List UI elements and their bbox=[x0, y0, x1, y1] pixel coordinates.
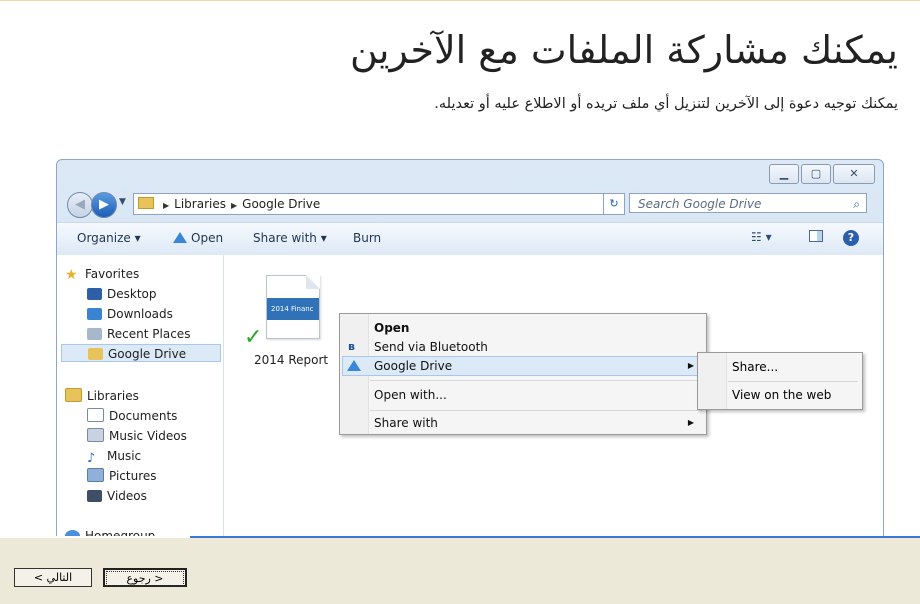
open-label: Open bbox=[191, 231, 224, 245]
nav-label: Downloads bbox=[107, 307, 173, 321]
open-button[interactable]: Open bbox=[173, 231, 223, 245]
navigation-pane: ★ Favorites Desktop Downloads Recent Plac… bbox=[57, 255, 224, 550]
back-label: < رجوع bbox=[126, 572, 164, 585]
nav-documents[interactable]: Documents bbox=[87, 407, 177, 425]
menu-item-share[interactable]: Share... bbox=[732, 360, 778, 374]
next-button[interactable]: التالي > bbox=[14, 568, 92, 587]
music-note-icon: ♪ bbox=[87, 451, 96, 466]
page-title: يمكنك مشاركة الملفات مع الآخرين bbox=[349, 28, 898, 72]
wizard-button-bar: التالي > < رجوع bbox=[0, 536, 920, 604]
breadcrumb-google-drive[interactable]: Google Drive bbox=[242, 197, 320, 211]
nav-label: Music Videos bbox=[109, 429, 187, 443]
top-frame-line bbox=[0, 0, 920, 1]
menu-separator bbox=[370, 380, 702, 381]
search-icon[interactable]: ⌕ bbox=[853, 194, 860, 214]
nav-label: Videos bbox=[107, 489, 147, 503]
nav-favorites[interactable]: ★ Favorites bbox=[65, 265, 139, 283]
bluetooth-icon: ʙ bbox=[348, 340, 355, 353]
next-label: التالي > bbox=[33, 571, 73, 584]
recent-pages-dropdown-icon[interactable]: ▼ bbox=[119, 197, 126, 207]
close-button[interactable]: ✕ bbox=[833, 164, 875, 184]
change-view-icon[interactable]: ☷ ▾ bbox=[751, 230, 772, 244]
downloads-icon bbox=[87, 308, 102, 320]
desktop-icon bbox=[87, 288, 102, 300]
caption-buttons: ▁ ▢ ✕ bbox=[767, 164, 875, 184]
document-thumbnail: 2014 Financ bbox=[266, 275, 320, 339]
focus-rect: < رجوع bbox=[106, 571, 184, 586]
address-bar[interactable]: ▶Libraries▶Google Drive ▼ bbox=[133, 193, 604, 215]
burn-button[interactable]: Burn bbox=[353, 231, 381, 245]
submenu-arrow-icon: ▶ bbox=[687, 418, 694, 427]
folder-icon bbox=[138, 197, 154, 209]
nav-label: Recent Places bbox=[107, 327, 191, 341]
videos-icon bbox=[87, 490, 102, 502]
back-arrow-icon: ◀ bbox=[75, 197, 85, 212]
file-item[interactable]: 2014 Financ ✓ bbox=[244, 275, 320, 350]
nav-music[interactable]: ♪ Music bbox=[87, 447, 142, 466]
share-with-label: Share with bbox=[253, 231, 317, 245]
nav-google-drive[interactable]: Google Drive bbox=[61, 344, 221, 362]
organize-label: Organize bbox=[77, 231, 131, 245]
menu-item-google-drive-label: Google Drive bbox=[374, 359, 453, 373]
menu-separator bbox=[370, 410, 702, 411]
nav-label: Desktop bbox=[107, 287, 157, 301]
bar-edge-fade bbox=[0, 536, 190, 538]
google-drive-icon bbox=[347, 360, 361, 371]
google-drive-submenu: Share... View on the web bbox=[697, 352, 863, 410]
search-input[interactable]: Search Google Drive ⌕ bbox=[629, 193, 867, 213]
forward-arrow-icon: ▶ bbox=[99, 197, 109, 212]
nav-recent-places[interactable]: Recent Places bbox=[87, 325, 190, 343]
page-subtitle: يمكنك توجيه دعوة إلى الآخرين لتنزيل أي م… bbox=[434, 96, 898, 112]
libraries-icon bbox=[65, 388, 82, 402]
nav-label: Libraries bbox=[87, 389, 139, 403]
share-with-menu[interactable]: Share with ▾ bbox=[253, 231, 327, 245]
google-drive-icon bbox=[173, 232, 187, 243]
nav-downloads[interactable]: Downloads bbox=[87, 305, 173, 323]
nav-label: Pictures bbox=[109, 469, 157, 483]
forward-button[interactable]: ▶ bbox=[91, 192, 117, 218]
menu-item-view-on-web[interactable]: View on the web bbox=[732, 388, 831, 402]
nav-desktop[interactable]: Desktop bbox=[87, 285, 157, 303]
nav-libraries[interactable]: Libraries bbox=[65, 387, 139, 405]
preview-pane-icon[interactable] bbox=[809, 230, 823, 242]
sync-check-icon: ✓ bbox=[244, 325, 263, 350]
recent-places-icon bbox=[87, 328, 102, 340]
minimize-button[interactable]: ▁ bbox=[769, 164, 799, 184]
pictures-icon bbox=[87, 468, 104, 482]
menu-separator bbox=[728, 381, 858, 382]
menu-item-send-bluetooth[interactable]: Send via Bluetooth bbox=[374, 340, 488, 354]
google-drive-folder-icon bbox=[88, 348, 103, 360]
submenu-arrow-icon: ▶ bbox=[687, 361, 694, 370]
star-icon: ★ bbox=[65, 267, 78, 283]
chevron-right-icon: ▶ bbox=[230, 201, 238, 210]
help-icon[interactable]: ? bbox=[843, 230, 859, 246]
command-toolbar: Organize ▾ Open Share with ▾ Burn ☷ ▾ ? bbox=[57, 222, 883, 256]
nav-label: Music bbox=[107, 449, 142, 463]
music-videos-icon bbox=[87, 428, 104, 442]
file-name[interactable]: 2014 Report bbox=[254, 353, 328, 367]
breadcrumb-libraries[interactable]: Libraries bbox=[174, 197, 226, 211]
back-button[interactable]: ◀ bbox=[67, 192, 93, 218]
menu-icon-gutter bbox=[698, 353, 727, 409]
navigation-bar: ◀ ▶ ▼ ▶Libraries▶Google Drive ▼ ↻ Search… bbox=[65, 192, 875, 218]
refresh-button[interactable]: ↻ bbox=[603, 193, 625, 215]
maximize-button[interactable]: ▢ bbox=[801, 164, 831, 184]
menu-item-share-with[interactable]: Share with bbox=[374, 416, 438, 430]
nav-label: Google Drive bbox=[108, 347, 187, 361]
nav-music-videos[interactable]: Music Videos bbox=[87, 427, 187, 445]
nav-videos[interactable]: Videos bbox=[87, 487, 147, 505]
thumbnail-text: 2014 Financ bbox=[267, 298, 319, 320]
chevron-right-icon: ▶ bbox=[163, 201, 170, 210]
nav-pictures[interactable]: Pictures bbox=[87, 467, 157, 485]
nav-label: Favorites bbox=[85, 267, 140, 281]
menu-item-open[interactable]: Open bbox=[374, 321, 409, 335]
organize-menu[interactable]: Organize ▾ bbox=[77, 231, 141, 245]
search-placeholder: Search Google Drive bbox=[638, 197, 762, 211]
page-fold bbox=[306, 275, 320, 289]
menu-item-open-with[interactable]: Open with... bbox=[374, 388, 447, 402]
documents-icon bbox=[87, 408, 104, 422]
back-wizard-button[interactable]: < رجوع bbox=[103, 568, 187, 587]
nav-label: Documents bbox=[109, 409, 178, 423]
context-menu: Open ʙ Send via Bluetooth Google Drive ▶… bbox=[339, 313, 707, 435]
